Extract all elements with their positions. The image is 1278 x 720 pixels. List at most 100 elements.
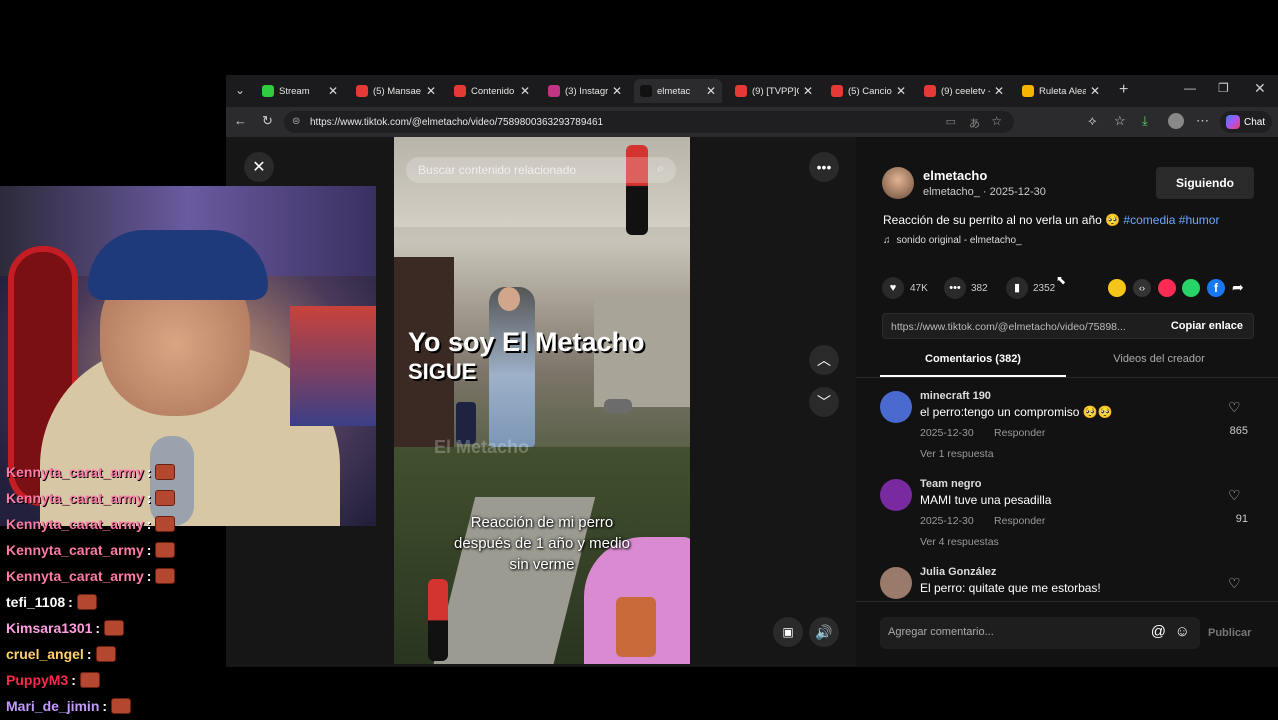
like-count: 47K [910,283,928,294]
favorites-icon[interactable]: ☆ [1114,113,1126,129]
tab-close-icon[interactable]: ✕ [994,84,1004,98]
comment-input[interactable]: Agregar comentario... @ ☺ [880,617,1200,649]
translate-icon[interactable]: あ [969,115,980,131]
tab-list-chevron-icon[interactable]: ⌄ [235,83,245,97]
comment-like-icon[interactable]: ♡ [1228,399,1241,416]
download-icon[interactable]: ⤓ [1142,113,1148,129]
related-search-placeholder: Buscar contenido relacionado [418,163,577,177]
tab-close-icon[interactable]: ✕ [803,84,813,98]
browser-tab[interactable]: Contenido d ✕ [448,79,536,103]
previous-video-button[interactable]: ︿ [809,345,839,375]
commenter-name[interactable]: Team negro [920,478,982,490]
chat-separator: : [146,568,152,584]
minimize-icon[interactable]: — [1184,81,1196,95]
browser-tab[interactable]: (5) Cancione ✕ [825,79,912,103]
browser-tab[interactable]: elmetac ✕ [634,79,722,103]
browser-tab[interactable]: (5) Mansae - ✕ [350,79,442,103]
chat-message: Kennyta_carat_army: [6,542,176,558]
browser-tab[interactable]: Ruleta Aleat ✕ [1016,79,1106,103]
commenter-avatar[interactable] [880,391,912,423]
facebook-icon[interactable]: f [1207,279,1225,297]
site-info-icon[interactable]: ⊜ [292,116,300,127]
following-button[interactable]: Siguiendo [1156,167,1254,199]
tab-close-icon[interactable]: ✕ [1090,84,1100,98]
reload-icon[interactable]: ↻ [262,113,273,129]
commenter-name[interactable]: minecraft 190 [920,390,991,402]
commenter-avatar[interactable] [880,567,912,599]
tab-close-icon[interactable]: ✕ [612,84,622,98]
close-video-button[interactable]: ✕ [244,152,274,182]
browser-tab[interactable]: (9) [TVPP]G ✕ [729,79,819,103]
chat-message: Kennyta_carat_army: [6,464,176,480]
mention-icon[interactable]: @ [1151,623,1166,640]
more-menu-icon[interactable]: ⋯ [1196,113,1209,129]
close-window-icon[interactable]: ✕ [1254,80,1266,97]
browser-tab[interactable]: Stream ✕ [256,79,344,103]
coin-share-icon[interactable] [1108,279,1126,297]
video-player[interactable]: Buscar contenido relacionado ⌕ Yo soy El… [394,137,690,664]
tab-close-icon[interactable]: ✕ [706,84,716,98]
back-icon[interactable]: ← [234,113,247,128]
stream-chat: Kennyta_carat_army: Kennyta_carat_army: Ke… [0,460,270,720]
tab-favicon-icon [356,85,368,97]
extensions-icon[interactable]: ⟡ [1088,113,1097,129]
embed-icon[interactable]: ‹› [1133,279,1151,297]
share-link-box: https://www.tiktok.com/@elmetacho/video/… [882,313,1254,339]
chat-username: Kennyta_carat_army [6,490,144,506]
comment-like-icon[interactable]: ♡ [1228,487,1241,504]
save-icon[interactable]: ▮ [1006,277,1028,299]
copy-link-button[interactable]: Copiar enlace [1171,320,1243,332]
tab-creator-videos[interactable]: Videos del creador [1066,353,1252,377]
comment-like-icon[interactable]: ♡ [1228,575,1241,592]
commenter-name[interactable]: Julia González [920,566,996,578]
description-text: Reacción de su perrito al no verla un añ… [883,213,1121,227]
chat-username: cruel_angel [6,646,84,662]
caption-line-3: sin verme [509,556,575,573]
send-to-friend-icon[interactable] [1158,279,1176,297]
restore-icon[interactable]: ❐ [1218,81,1229,95]
view-replies-button[interactable]: Ver 1 respuesta [920,448,994,460]
tab-favicon-icon [831,85,843,97]
pip-button[interactable]: ▣ [773,617,803,647]
like-icon[interactable]: ♥ [882,277,904,299]
tab-close-icon[interactable]: ✕ [426,84,436,98]
browser-tab[interactable]: (9) ceeletv - ✕ [918,79,1010,103]
share-arrow-icon[interactable]: ➦ [1232,279,1244,296]
browser-tab[interactable]: (3) Instagran ✕ [542,79,628,103]
reply-button[interactable]: Responder [994,427,1045,439]
reader-icon[interactable]: ▭ [946,115,956,128]
flag [290,306,376,426]
emoji-icon[interactable]: ☺ [1175,623,1190,640]
chat-message: Kennyta_carat_army: [6,490,176,506]
favorite-star-icon[interactable]: ☆ [991,114,1002,128]
tab-comments[interactable]: Comentarios (382) [880,353,1066,377]
publish-button[interactable]: Publicar [1208,627,1251,639]
url-field[interactable]: ⊜ https://www.tiktok.com/@elmetacho/vide… [284,111,1014,133]
chat-message: Kimsara1301: [6,620,125,636]
more-options-button[interactable]: ••• [809,152,839,182]
related-search-input[interactable]: Buscar contenido relacionado ⌕ [406,157,676,183]
tab-title: elmetac [657,85,691,97]
author-name[interactable]: elmetacho [923,168,987,183]
tab-title: (9) [TVPP]G [752,85,799,97]
author-avatar[interactable] [882,167,914,199]
view-replies-button[interactable]: Ver 4 respuestas [920,536,999,548]
comment-like-count: 91 [1235,513,1248,525]
chat-message: Kennyta_carat_army: [6,568,176,584]
person-head [498,287,520,311]
commenter-avatar[interactable] [880,479,912,511]
tab-close-icon[interactable]: ✕ [328,84,338,98]
search-icon[interactable]: ⌕ [657,161,664,176]
copilot-chat-button[interactable]: Chat [1220,111,1272,133]
hashtags[interactable]: #comedia #humor [1123,213,1219,227]
volume-button[interactable]: 🔊 [809,617,839,647]
tab-close-icon[interactable]: ✕ [520,84,530,98]
next-video-button[interactable]: ﹀ [809,387,839,417]
sound-info[interactable]: ♫ sonido original - elmetacho_ [883,235,1022,246]
comment-icon[interactable]: ••• [944,277,966,299]
profile-avatar[interactable] [1168,113,1184,129]
reply-button[interactable]: Responder [994,515,1045,527]
whatsapp-icon[interactable] [1182,279,1200,297]
new-tab-button[interactable]: + [1119,81,1128,99]
tab-close-icon[interactable]: ✕ [896,84,906,98]
